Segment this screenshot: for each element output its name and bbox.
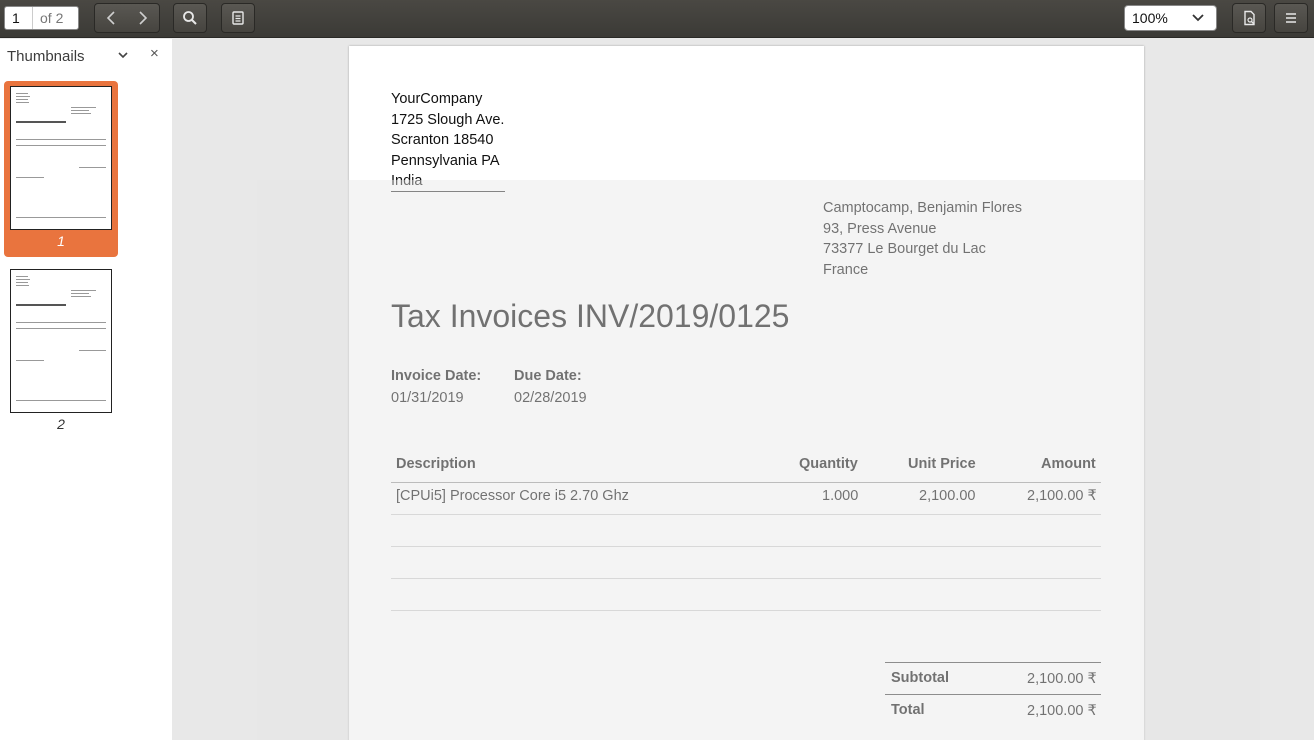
annotations-button[interactable]: [221, 3, 255, 33]
page-number-field[interactable]: 1 of 2: [4, 6, 79, 30]
document-properties-button[interactable]: [1232, 3, 1266, 33]
sidebar-title: Thumbnails: [7, 47, 85, 65]
page-count-label: of 2: [40, 10, 64, 26]
page-number-input[interactable]: 1: [5, 7, 33, 29]
clipboard-icon: [232, 11, 244, 25]
thumbnail-page-2[interactable]: 2: [4, 264, 118, 440]
company-name: YourCompany: [391, 91, 483, 107]
chevron-down-icon: [1192, 14, 1204, 22]
company-city: Scranton 18540: [391, 132, 494, 148]
zoom-value: 100%: [1132, 10, 1168, 26]
thumbnail-page-1[interactable]: 1: [4, 81, 118, 257]
selection-overlay: [257, 180, 1260, 740]
sidebar-header: Thumbnails ×: [0, 39, 172, 73]
thumbnail-label: 2: [57, 416, 65, 432]
zoom-select[interactable]: 100%: [1124, 5, 1217, 31]
chevron-down-icon[interactable]: [116, 48, 130, 62]
search-button[interactable]: [173, 3, 207, 33]
document-canvas[interactable]: YourCompany 1725 Slough Ave. Scranton 18…: [172, 39, 1314, 740]
company-state: Pennsylvania PA: [391, 152, 500, 169]
thumbnails-sidebar: Thumbnails × 1 2: [0, 39, 172, 740]
menu-button[interactable]: [1274, 3, 1308, 33]
close-sidebar-icon[interactable]: ×: [150, 45, 159, 62]
thumbnail-image: [10, 269, 112, 413]
company-street: 1725 Slough Ave.: [391, 111, 505, 128]
hamburger-menu-icon: [1286, 13, 1296, 23]
viewer-toolbar: 1 of 2 100%: [0, 0, 1314, 38]
thumbnail-label: 1: [57, 233, 65, 249]
thumbnail-image: [10, 86, 112, 230]
page-nav-group: [94, 3, 160, 33]
search-icon: [183, 11, 197, 25]
document-icon: [1244, 10, 1255, 26]
next-page-button[interactable]: [127, 11, 159, 25]
previous-page-button[interactable]: [95, 11, 127, 25]
chevron-left-icon: [106, 11, 115, 25]
company-address: YourCompany 1725 Slough Ave. Scranton 18…: [391, 89, 504, 192]
chevron-right-icon: [139, 11, 148, 25]
